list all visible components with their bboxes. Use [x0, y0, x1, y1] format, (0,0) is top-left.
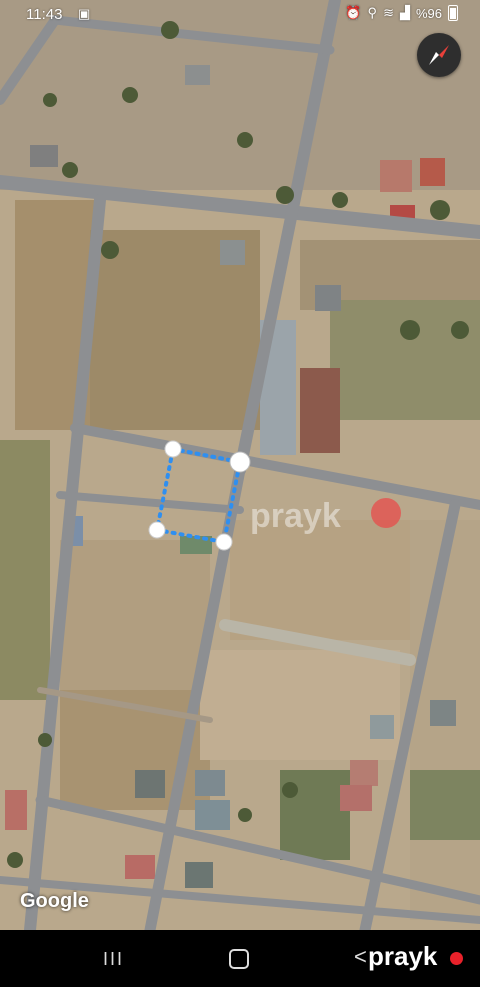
back-button[interactable]: <	[354, 944, 367, 970]
measured-area-outline	[154, 446, 243, 545]
watermark-dot	[371, 498, 401, 528]
measurement-overlay[interactable]	[0, 0, 480, 930]
satellite-map[interactable]: prayk Google	[0, 0, 480, 930]
compass-icon	[429, 45, 449, 65]
image-icon: ▣	[78, 6, 91, 21]
vertex-handle[interactable]	[148, 521, 166, 539]
wifi-icon: ≋	[383, 5, 394, 20]
home-button[interactable]	[229, 949, 249, 969]
location-icon: ⚲	[367, 5, 378, 20]
status-icons: ⏰ ⚲ ≋ ▟ %96	[345, 5, 458, 21]
brand-logo: prayk	[368, 941, 438, 971]
battery-icon	[448, 5, 458, 21]
vertex-handle[interactable]	[215, 533, 233, 551]
signal-icon: ▟	[399, 5, 410, 20]
compass-button[interactable]	[417, 33, 461, 77]
vertex-handle[interactable]	[164, 440, 182, 458]
recent-apps-button[interactable]: III	[103, 949, 124, 970]
battery-percent: %96	[415, 5, 442, 21]
vertex-handle[interactable]	[229, 451, 251, 473]
status-time: 11:43	[26, 6, 63, 23]
status-bar: 11:43 ▣ ⏰ ⚲ ≋ ▟ %96	[0, 0, 480, 30]
watermark-text: prayk	[250, 497, 341, 535]
brand-dot	[450, 952, 463, 965]
google-logo: Google	[20, 890, 89, 912]
system-nav-bar: III < prayk	[0, 930, 480, 987]
alarm-icon: ⏰	[345, 5, 362, 20]
